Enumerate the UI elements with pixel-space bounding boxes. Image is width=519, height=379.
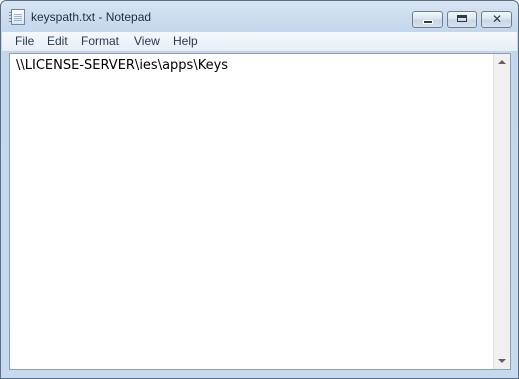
scroll-down-icon[interactable] — [498, 359, 506, 363]
title-bar[interactable]: keyspath.txt - Notepad ✕ — [1, 1, 518, 31]
maximize-button[interactable] — [447, 11, 477, 28]
text-editor[interactable]: \\LICENSE-SERVER\ies\apps\Keys — [9, 53, 511, 370]
window-title: keyspath.txt - Notepad — [31, 10, 152, 24]
menu-file[interactable]: File — [12, 34, 37, 48]
scroll-up-icon[interactable] — [498, 60, 506, 64]
menu-view[interactable]: View — [131, 34, 163, 48]
notepad-window: keyspath.txt - Notepad ✕ File Edit Forma… — [0, 0, 519, 379]
menu-edit[interactable]: Edit — [44, 34, 71, 48]
menu-help[interactable]: Help — [170, 34, 201, 48]
minimize-button[interactable] — [412, 11, 443, 28]
close-icon: ✕ — [491, 12, 503, 26]
vertical-scrollbar[interactable] — [493, 54, 510, 369]
editor-content[interactable]: \\LICENSE-SERVER\ies\apps\Keys — [16, 58, 228, 73]
menu-format[interactable]: Format — [78, 34, 122, 48]
close-button[interactable]: ✕ — [481, 11, 512, 28]
minimize-icon — [423, 20, 433, 24]
menu-bar: File Edit Format View Help — [2, 32, 517, 52]
restore-icon — [457, 15, 467, 22]
notepad-icon[interactable] — [9, 9, 25, 25]
